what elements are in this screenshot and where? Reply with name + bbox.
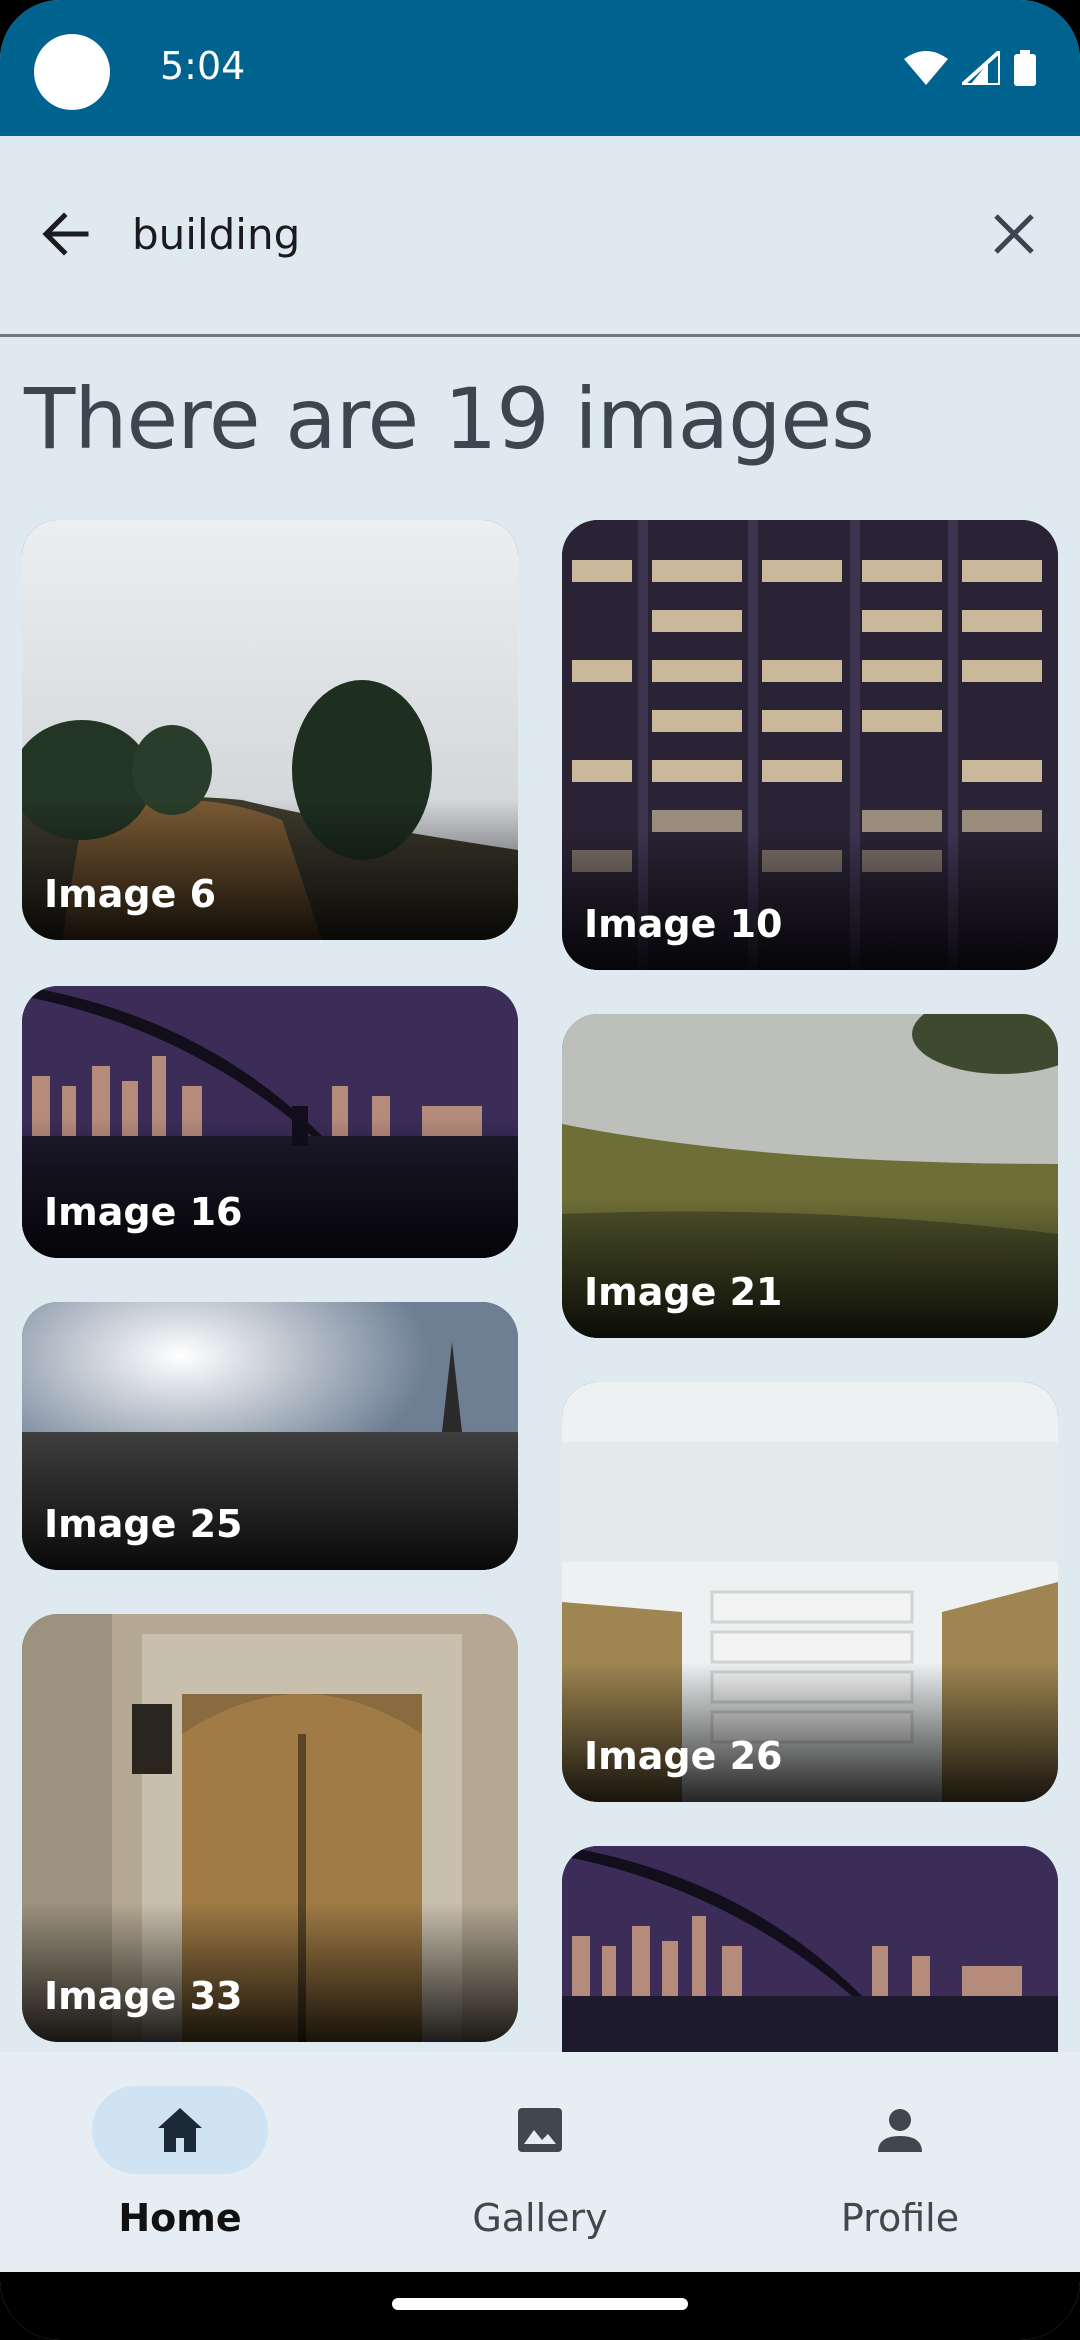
image-label: Image 33 xyxy=(44,1974,243,2018)
nav-indicator xyxy=(452,2086,628,2174)
image-label: Image 6 xyxy=(44,872,217,916)
close-icon[interactable] xyxy=(982,202,1046,266)
image-card[interactable] xyxy=(562,1846,1058,2052)
signal-icon xyxy=(962,51,1000,85)
gesture-bar xyxy=(0,2272,1080,2340)
device-screen: 5:04 There are 19 images xyxy=(0,0,1080,2340)
image-card[interactable]: Image 25 xyxy=(22,1302,518,1570)
nav-indicator xyxy=(92,2086,268,2174)
image-grid: Image 6 Image 10 Image 16 Image 21 Image… xyxy=(0,520,1080,2052)
results-heading: There are 19 images xyxy=(24,370,875,468)
arrow-back-icon[interactable] xyxy=(34,202,98,266)
image-thumbnail xyxy=(562,1846,1058,2052)
nav-item-profile[interactable]: Profile xyxy=(720,2086,1080,2266)
image-card[interactable]: Image 16 xyxy=(22,986,518,1258)
image-label: Image 16 xyxy=(44,1190,243,1234)
nav-indicator xyxy=(812,2086,988,2174)
image-label: Image 10 xyxy=(584,902,783,946)
home-icon xyxy=(158,2108,202,2152)
image-label: Image 25 xyxy=(44,1502,243,1546)
nav-label: Home xyxy=(118,2196,242,2240)
image-icon xyxy=(518,2108,562,2152)
camera-cutout xyxy=(34,34,110,110)
nav-label: Gallery xyxy=(472,2196,608,2240)
image-label: Image 26 xyxy=(584,1734,783,1778)
image-card[interactable]: Image 33 xyxy=(22,1614,518,2042)
bottom-navigation: Home Gallery Profile xyxy=(0,2052,1080,2272)
search-bar xyxy=(0,136,1080,336)
image-label: Image 21 xyxy=(584,1270,783,1314)
wifi-icon xyxy=(904,51,948,85)
home-handle[interactable] xyxy=(392,2298,688,2310)
image-card[interactable]: Image 6 xyxy=(22,520,518,940)
nav-label: Profile xyxy=(840,2196,960,2240)
status-icons xyxy=(904,50,1036,86)
image-card[interactable]: Image 10 xyxy=(562,520,1058,970)
nav-item-gallery[interactable]: Gallery xyxy=(360,2086,720,2266)
status-bar: 5:04 xyxy=(0,0,1080,136)
status-time: 5:04 xyxy=(160,44,246,88)
battery-icon xyxy=(1014,50,1036,86)
image-card[interactable]: Image 26 xyxy=(562,1382,1058,1802)
nav-item-home[interactable]: Home xyxy=(0,2086,360,2266)
search-input[interactable] xyxy=(132,202,932,266)
person-icon xyxy=(878,2109,922,2152)
search-divider xyxy=(0,334,1080,337)
image-card[interactable]: Image 21 xyxy=(562,1014,1058,1338)
